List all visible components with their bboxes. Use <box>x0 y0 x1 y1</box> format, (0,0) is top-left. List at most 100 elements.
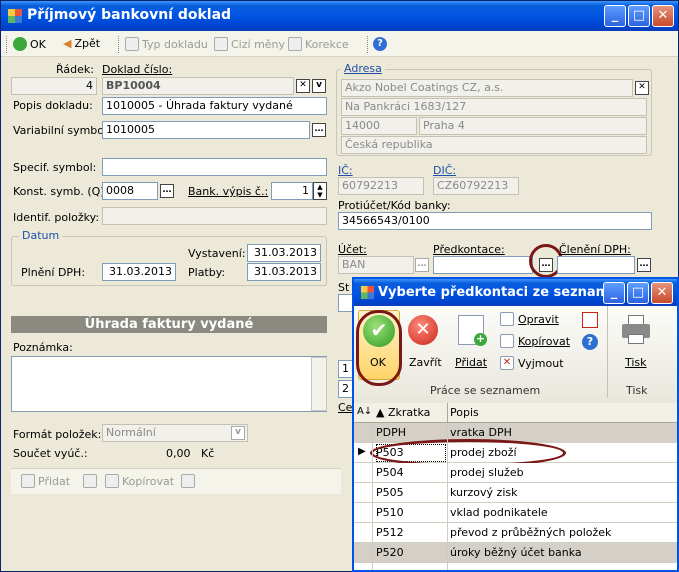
chevron-down-icon[interactable]: v <box>231 426 245 440</box>
back-button[interactable]: ◀ Zpět <box>63 37 100 50</box>
table-row[interactable]: P505 kurzový zisk <box>354 483 677 503</box>
plneni-input[interactable]: 31.03.2013 <box>102 263 176 281</box>
protiucet-input[interactable]: 34566543/0100 <box>338 212 652 230</box>
ellipsis-icon[interactable]: … <box>415 258 429 272</box>
popis-input[interactable]: 1010005 - Úhrada faktury vydané <box>102 97 327 115</box>
column-header-popis[interactable]: Popis <box>450 406 479 419</box>
table-row[interactable]: P520 úroky běžný účet banka <box>354 543 677 563</box>
close-x-icon[interactable]: ✕ <box>408 315 438 345</box>
report-icon[interactable] <box>582 312 598 328</box>
dialog-minimize-button[interactable]: _ <box>603 282 625 304</box>
dialog-opravit-button[interactable]: Opravit <box>500 312 559 326</box>
print-icon[interactable] <box>622 315 650 345</box>
dialog-title-bar[interactable]: Vyberte předkontaci ze seznamu _ □ ✕ <box>354 279 677 306</box>
delete-item-button[interactable] <box>181 474 195 488</box>
pridat-item-button[interactable]: Přidat <box>21 474 70 488</box>
dialog-kopirovat-button[interactable]: Kopírovat <box>500 334 570 348</box>
ellipsis-icon[interactable]: … <box>160 184 174 198</box>
protiucet-label: Protiúčet/Kód banky: <box>338 199 451 212</box>
column-divider <box>447 403 448 423</box>
vs-label: Variabilní symbol: <box>13 124 111 137</box>
add-icon <box>21 474 35 488</box>
toolbar-separator <box>367 36 369 53</box>
clear-icon[interactable]: ✕ <box>296 79 310 93</box>
delete-icon <box>181 474 195 488</box>
correction-icon <box>288 37 302 51</box>
edit-item-button[interactable] <box>83 474 97 488</box>
poznamka-scrollbar[interactable] <box>311 357 327 411</box>
dialog-pridat-button[interactable]: Přidat <box>455 356 487 369</box>
typ-dokladu-button[interactable]: Typ dokladu <box>125 37 208 51</box>
kopirovat-item-button[interactable]: Kopírovat <box>105 474 174 488</box>
close-button[interactable]: ✕ <box>652 5 674 27</box>
ucet-label: Účet: <box>338 243 367 256</box>
soucet-value: 0,00 <box>166 447 191 460</box>
clear-icon[interactable]: ✕ <box>635 81 649 95</box>
grid-header: A↓ ▲ Zkratka Popis <box>354 403 677 423</box>
toolbar-separator <box>6 36 8 53</box>
popis-label: Popis dokladu: <box>13 99 93 112</box>
table-row[interactable]: P510 vklad podnikatele <box>354 503 677 523</box>
poznamka-textarea[interactable] <box>11 356 327 412</box>
maximize-button[interactable]: □ <box>628 5 650 27</box>
row-indicator-column <box>372 423 373 570</box>
dialog-zavrit-button[interactable]: Zavřít <box>409 356 442 369</box>
dialog-maximize-button[interactable]: □ <box>627 282 649 304</box>
vs-input[interactable]: 1010005 <box>102 121 310 139</box>
sort-icon[interactable]: A↓ <box>357 406 372 417</box>
dialog-vyjmout-button[interactable]: ✕ Vyjmout <box>500 356 564 370</box>
address-title[interactable]: Adresa <box>341 62 385 75</box>
dialog-tisk-button[interactable]: Tisk <box>625 356 647 369</box>
platby-input[interactable]: 31.03.2013 <box>247 263 321 281</box>
cizi-meny-button[interactable]: Cizí měny <box>214 37 285 51</box>
ellipsis-icon[interactable]: … <box>637 258 651 272</box>
cleneni-input[interactable] <box>557 256 635 274</box>
dialog-ribbon: ✔ OK ✕ Zavřít + Přidat Opravit Kopírovat… <box>354 306 677 404</box>
format-select[interactable]: Normální <box>102 424 248 442</box>
st-label: St <box>338 281 350 294</box>
radek-label: Řádek: <box>56 63 94 76</box>
ellipsis-icon[interactable]: … <box>312 123 326 137</box>
platby-label: Platby: <box>188 266 226 279</box>
korekce-button[interactable]: Korekce <box>288 37 349 51</box>
format-label: Formát položek: <box>13 428 102 441</box>
bank-label: Bank. výpis č.: <box>188 185 269 198</box>
vystaveni-label: Vystavení: <box>188 247 246 260</box>
help-icon[interactable]: ? <box>582 334 598 350</box>
window-title: Příjmový bankovní doklad <box>27 7 232 23</box>
vystaveni-input[interactable]: 31.03.2013 <box>247 244 321 262</box>
doklad-field: BP10004 <box>102 77 294 95</box>
ok-button[interactable]: OK <box>13 37 46 51</box>
section-title: Úhrada faktury vydané <box>11 316 327 333</box>
dic-field: CZ60792213 <box>433 177 519 195</box>
ucet-field: BAN <box>338 256 414 274</box>
bank-input[interactable]: 1 <box>271 182 313 200</box>
konst-input[interactable]: 0008 <box>102 182 158 200</box>
spinner-icon[interactable]: ▲ ▼ <box>313 182 327 200</box>
edit-icon <box>83 474 97 488</box>
help-button[interactable]: ? <box>373 37 387 51</box>
toolbar-separator <box>118 36 120 53</box>
ribbon-group-prace: Práce se seznamem <box>430 384 541 397</box>
predkontace-input[interactable] <box>433 256 533 274</box>
dialog-close-button[interactable]: ✕ <box>651 282 673 304</box>
soucet-currency: Kč <box>201 447 215 460</box>
address-street: Na Pankráci 1683/127 <box>341 98 647 116</box>
title-bar[interactable]: Příjmový bankovní doklad _ □ ✕ <box>1 1 678 31</box>
chevron-down-icon[interactable]: v <box>312 79 326 93</box>
toolbar: OK ◀ Zpět Typ dokladu Cizí měny Korekce … <box>1 31 678 57</box>
minimize-button[interactable]: _ <box>604 5 626 27</box>
table-row[interactable]: P512 převod z průběžných položek <box>354 523 677 543</box>
spec-input[interactable] <box>102 158 327 176</box>
ribbon-group-tisk: Tisk <box>626 384 648 397</box>
dic-label: DIČ: <box>433 164 457 177</box>
predkontace-dialog: Vyberte předkontaci ze seznamu _ □ ✕ ✔ O… <box>352 277 679 572</box>
column-header-zkratka[interactable]: ▲ Zkratka <box>376 406 430 419</box>
app-icon <box>360 285 375 300</box>
datum-title: Datum <box>19 229 63 242</box>
identif-label: Identif. položky: <box>13 211 100 224</box>
copy-icon <box>500 334 514 348</box>
table-row[interactable]: P504 prodej služeb <box>354 463 677 483</box>
radek-field: 4 <box>11 77 97 95</box>
currency-icon <box>214 37 228 51</box>
